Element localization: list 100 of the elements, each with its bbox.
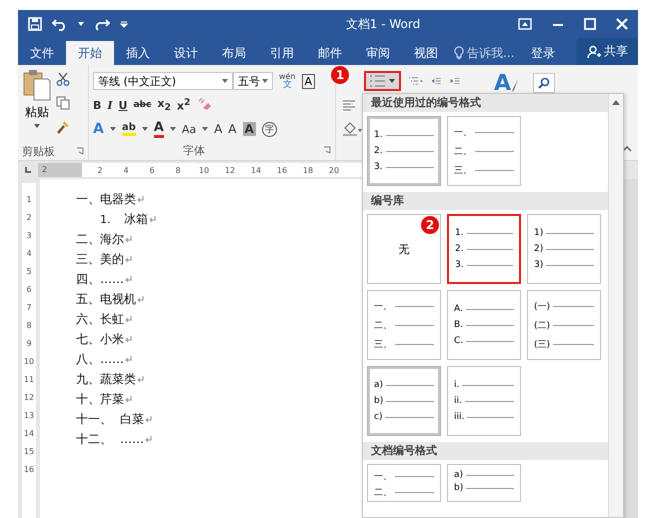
list-number: 1. bbox=[100, 212, 112, 226]
caret-icon bbox=[34, 124, 40, 128]
numbering-option[interactable]: i. ii. iii. bbox=[447, 366, 521, 436]
numbering-option[interactable]: 1) 2) 3) bbox=[527, 214, 601, 284]
caret-icon[interactable] bbox=[170, 127, 176, 131]
character-shading-button[interactable]: A bbox=[242, 122, 256, 136]
font-size-field[interactable]: 五号 bbox=[233, 72, 273, 90]
caret-icon[interactable] bbox=[142, 127, 148, 131]
ribbon-tab[interactable]: 视图 bbox=[402, 41, 450, 65]
numbering-option[interactable]: 一、 二、 bbox=[367, 464, 441, 502]
format-button[interactable]: U bbox=[118, 98, 128, 112]
numbering-option[interactable]: (一) (二) (三) bbox=[527, 290, 601, 360]
list-number: 五、 bbox=[76, 290, 100, 308]
find-button[interactable] bbox=[533, 73, 556, 93]
enclose-characters-button[interactable]: 字 bbox=[262, 122, 277, 136]
styles-button[interactable]: A bbox=[494, 73, 512, 95]
format-button[interactable]: x$_{2}$ bbox=[157, 96, 171, 114]
ribbon-tab[interactable]: 引用 bbox=[258, 41, 306, 65]
lightbulb-icon bbox=[454, 46, 464, 60]
ruler-number: 1 bbox=[26, 195, 32, 204]
ruler-number: 8 bbox=[174, 166, 182, 174]
ruler-number: 9 bbox=[26, 339, 32, 348]
scissors-icon[interactable] bbox=[56, 72, 70, 86]
paragraph-mark-icon bbox=[125, 396, 132, 402]
font-name-field[interactable]: 等线 (中文正文) bbox=[93, 72, 233, 90]
ruler-number: 14 bbox=[24, 429, 34, 438]
list-number: 九、 bbox=[76, 370, 100, 388]
redo-icon[interactable] bbox=[94, 17, 110, 31]
window-title: 文档1 - Word bbox=[344, 16, 422, 32]
paragraph-mark-icon bbox=[125, 356, 132, 362]
paint-bucket-icon[interactable] bbox=[342, 121, 362, 137]
ruler-number: 16 bbox=[24, 465, 34, 474]
shrink-font-button[interactable]: A bbox=[228, 122, 237, 136]
format-button[interactable]: abc bbox=[133, 100, 152, 110]
close-icon[interactable] bbox=[616, 18, 628, 30]
paragraph-mark-icon bbox=[125, 336, 132, 342]
ribbon-tab[interactable]: 审阅 bbox=[354, 41, 402, 65]
caret-icon[interactable] bbox=[78, 22, 84, 26]
list-number: 二、 bbox=[76, 230, 100, 248]
list-number: 十、 bbox=[76, 390, 100, 408]
ruler-number: 5 bbox=[26, 267, 32, 276]
format-button[interactable]: ab bbox=[122, 122, 136, 136]
format-button[interactable]: x$^{2}$ bbox=[176, 97, 190, 113]
ruler-number: 10 bbox=[198, 166, 210, 174]
format-button[interactable]: A bbox=[93, 121, 104, 137]
format-button[interactable]: B bbox=[93, 98, 102, 112]
share-button[interactable]: 共享 bbox=[577, 38, 638, 65]
numbering-option[interactable]: 1. 2. 3. bbox=[447, 214, 521, 284]
save-icon[interactable] bbox=[28, 17, 42, 31]
phonetic-guide-button[interactable]: wén 文 bbox=[279, 73, 296, 89]
list-number: 六、 bbox=[76, 310, 100, 328]
numbering-option[interactable]: A. B. C. bbox=[447, 290, 521, 360]
eraser-icon[interactable] bbox=[196, 98, 212, 112]
ribbon-tab[interactable]: 开始 bbox=[66, 41, 114, 65]
scroll-up-icon[interactable] bbox=[612, 100, 620, 105]
numbering-button[interactable] bbox=[364, 71, 401, 91]
ribbon-tab[interactable]: 邮件 bbox=[306, 41, 354, 65]
paragraph-mark-icon bbox=[145, 416, 152, 422]
customize-caret-icon[interactable] bbox=[120, 20, 128, 28]
tab-stop-icon[interactable] bbox=[24, 166, 32, 174]
numbering-option[interactable]: 一、 二、 三、 bbox=[367, 290, 441, 360]
numbering-option[interactable]: 一、 二、 三、 bbox=[447, 116, 521, 186]
caret-icon[interactable] bbox=[202, 127, 208, 131]
grow-font-button[interactable]: A bbox=[214, 122, 222, 136]
list-number: 七、 bbox=[76, 330, 100, 348]
format-button[interactable]: A bbox=[154, 120, 164, 138]
collapse-ribbon-icon[interactable] bbox=[622, 146, 632, 152]
multilevel-list-icon[interactable] bbox=[409, 74, 424, 88]
ribbon-tab[interactable]: 文件 bbox=[18, 41, 66, 65]
ribbon-tab[interactable]: 布局 bbox=[210, 41, 258, 65]
ribbon-tab[interactable]: 设计 bbox=[162, 41, 210, 65]
paragraph-mark-icon bbox=[145, 436, 152, 442]
paste-button[interactable]: 粘贴 bbox=[22, 69, 52, 142]
tell-me-field[interactable]: 告诉我... bbox=[467, 46, 525, 60]
list-text: 电器类 bbox=[100, 190, 136, 208]
maximize-icon[interactable] bbox=[584, 18, 596, 30]
paragraph-mark-icon bbox=[125, 276, 132, 282]
ribbon-display-icon[interactable] bbox=[518, 18, 532, 30]
numbering-option[interactable]: 1. 2. 3. bbox=[367, 116, 441, 186]
format-button[interactable]: Aa bbox=[182, 122, 196, 136]
numbering-option[interactable]: a) b) c) bbox=[367, 366, 441, 436]
ruler-number: 4 bbox=[26, 249, 32, 258]
paragraph-mark-icon bbox=[125, 256, 132, 262]
scrollbar[interactable] bbox=[608, 94, 623, 517]
list-text: …… bbox=[100, 352, 124, 366]
ruler-number: 11 bbox=[24, 375, 34, 384]
ruler-number: 13 bbox=[24, 411, 34, 420]
dialog-launcher-icon[interactable] bbox=[323, 146, 331, 154]
ribbon-tab[interactable]: 插入 bbox=[114, 41, 162, 65]
sign-in-link[interactable]: 登录 bbox=[525, 41, 561, 65]
copy-icon[interactable] bbox=[56, 96, 70, 110]
align-left-icon[interactable] bbox=[342, 99, 356, 111]
list-text: 海尔 bbox=[100, 230, 124, 248]
character-border-button[interactable]: A bbox=[302, 74, 316, 88]
format-painter-icon[interactable] bbox=[56, 120, 70, 134]
caret-icon[interactable] bbox=[110, 127, 116, 131]
format-button[interactable]: I bbox=[107, 98, 113, 112]
dialog-launcher-icon[interactable] bbox=[76, 147, 84, 155]
numbering-option[interactable]: a) b) bbox=[447, 464, 521, 502]
undo-icon[interactable] bbox=[52, 17, 68, 31]
